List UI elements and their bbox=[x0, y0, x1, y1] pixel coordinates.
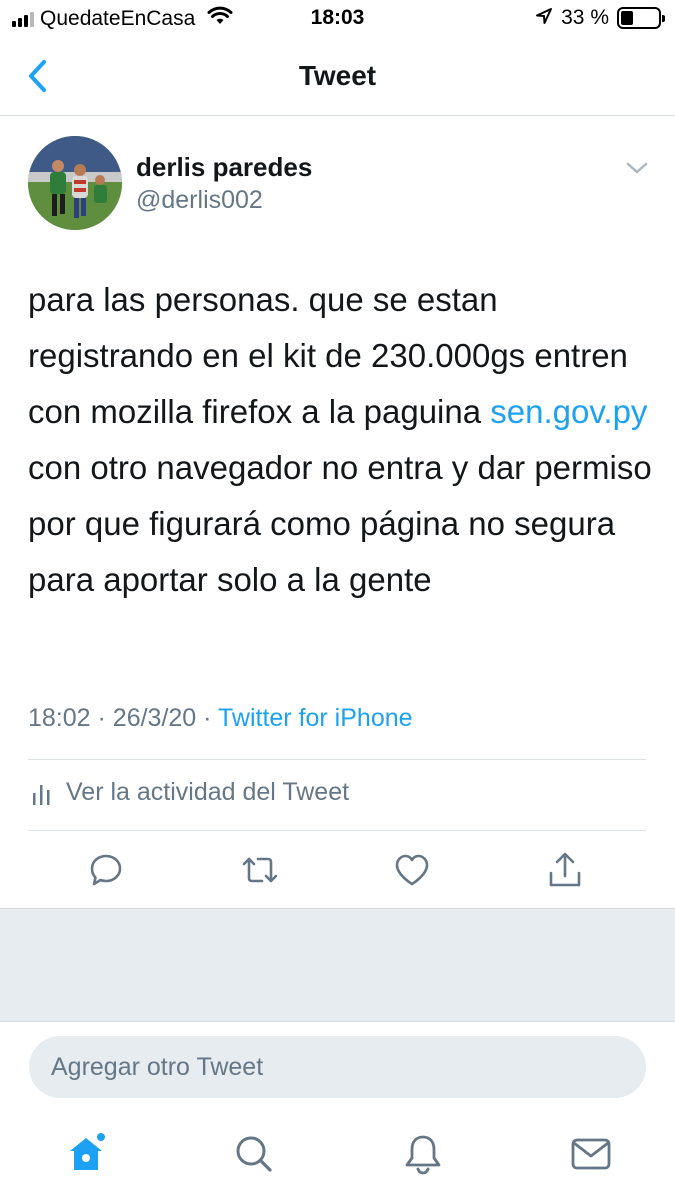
activity-label: Ver la actividad del Tweet bbox=[66, 778, 350, 806]
notifications-icon bbox=[405, 1135, 441, 1175]
messages-icon bbox=[571, 1138, 611, 1170]
status-bar: QuedateEnCasa 18:03 33 % bbox=[0, 0, 675, 38]
avatar[interactable] bbox=[28, 136, 122, 230]
meta-separator: · bbox=[203, 704, 212, 732]
battery-percent: 33 % bbox=[561, 6, 609, 29]
share-button[interactable] bbox=[543, 848, 587, 892]
tweet-source[interactable]: Twitter for iPhone bbox=[218, 704, 413, 732]
tweet-activity-link[interactable]: Ver la actividad del Tweet bbox=[32, 778, 349, 807]
tab-search[interactable] bbox=[230, 1130, 278, 1178]
tweet-time: 18:02 bbox=[28, 704, 91, 732]
nav-bar: Tweet bbox=[0, 38, 675, 116]
conversation-area bbox=[0, 908, 675, 1022]
tweet-text-part: con otro navegador no entra y dar permis… bbox=[28, 449, 652, 598]
reply-button[interactable] bbox=[84, 848, 128, 892]
like-icon bbox=[395, 854, 429, 886]
search-icon bbox=[236, 1136, 272, 1172]
analytics-icon bbox=[33, 784, 50, 805]
retweet-button[interactable] bbox=[238, 848, 282, 892]
location-arrow-icon bbox=[535, 7, 553, 30]
battery-icon bbox=[617, 7, 665, 29]
author-name[interactable]: derlis paredes bbox=[136, 152, 312, 183]
reply-icon bbox=[90, 854, 122, 886]
page-title: Tweet bbox=[298, 60, 377, 91]
share-icon bbox=[549, 852, 581, 887]
tweet-actions bbox=[0, 848, 675, 896]
chevron-down-icon bbox=[626, 162, 648, 174]
divider bbox=[28, 759, 646, 760]
like-button[interactable] bbox=[390, 848, 434, 892]
status-right: 33 % bbox=[535, 6, 665, 30]
tweet-meta: 18:02 · 26/3/20 · Twitter for iPhone bbox=[28, 704, 413, 733]
retweet-icon bbox=[242, 857, 278, 883]
tab-bar bbox=[0, 1108, 675, 1200]
tab-home[interactable] bbox=[62, 1130, 110, 1178]
author-handle[interactable]: @derlis002 bbox=[136, 186, 263, 215]
home-icon bbox=[70, 1133, 105, 1170]
reply-input[interactable] bbox=[29, 1036, 646, 1098]
meta-separator: · bbox=[97, 704, 106, 732]
tweet-menu-button[interactable] bbox=[625, 156, 649, 180]
tweet-date: 26/3/20 bbox=[112, 704, 197, 732]
divider bbox=[28, 830, 646, 831]
tab-notifications[interactable] bbox=[399, 1130, 447, 1178]
tab-messages[interactable] bbox=[567, 1130, 615, 1178]
tweet-link[interactable]: sen.gov.py bbox=[490, 393, 647, 430]
tweet-text: para las personas. que se estan registra… bbox=[28, 272, 653, 608]
